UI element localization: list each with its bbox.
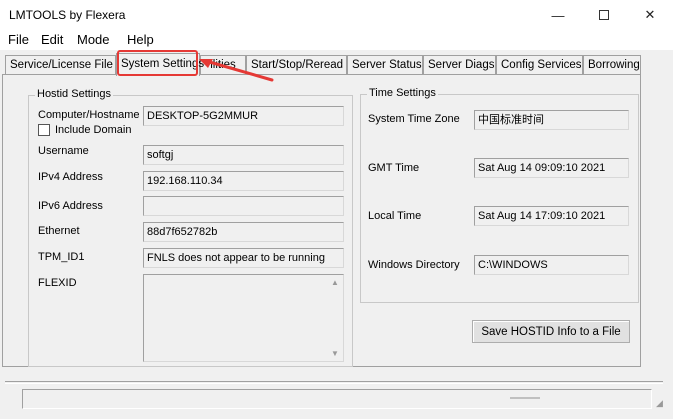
window-title: LMTOOLS by Flexera: [9, 8, 126, 22]
ipv6-address-label: IPv6 Address: [38, 200, 103, 212]
username-field[interactable]: softgj: [143, 145, 344, 165]
maximize-icon: [599, 10, 609, 20]
status-separator: [510, 397, 540, 399]
local-time-label: Local Time: [368, 210, 422, 222]
computer-hostname-label: Computer/Hostname: [38, 109, 140, 121]
status-bar: [22, 389, 652, 409]
title-bar: LMTOOLS by Flexera — ✕: [0, 0, 673, 30]
ipv4-address-label: IPv4 Address: [38, 171, 103, 183]
tab-strip: Service/License File System Settings ili…: [0, 53, 673, 76]
scroll-up-icon[interactable]: ▲: [331, 278, 339, 287]
ipv4-address-field[interactable]: 192.168.110.34: [143, 171, 344, 191]
tpm-id1-label: TPM_ID1: [38, 251, 85, 263]
maximize-button[interactable]: [581, 0, 627, 30]
arrow-icon: [199, 59, 274, 82]
menu-mode[interactable]: Mode: [77, 32, 110, 47]
windows-directory-label: Windows Directory: [368, 259, 460, 271]
menu-help[interactable]: Help: [127, 32, 154, 47]
tab-service-license-file[interactable]: Service/License File: [5, 55, 116, 75]
scroll-down-icon[interactable]: ▼: [331, 349, 339, 358]
menu-file[interactable]: File: [8, 32, 29, 47]
gmt-time-label: GMT Time: [368, 162, 420, 174]
gmt-time-field[interactable]: Sat Aug 14 09:09:10 2021: [474, 158, 629, 178]
windows-directory-field[interactable]: C:\WINDOWS: [474, 255, 629, 275]
resize-grip-icon[interactable]: ◢: [656, 398, 663, 409]
ipv6-address-field[interactable]: [143, 196, 344, 216]
time-settings-group: Time Settings System Time Zone 中国标准时间 GM…: [360, 87, 639, 303]
close-button[interactable]: ✕: [627, 0, 673, 30]
flexid-scrollbar[interactable]: ▲ ▼: [329, 275, 343, 361]
time-settings-legend: Time Settings: [367, 87, 438, 99]
minimize-icon: —: [551, 7, 565, 23]
flexid-label: FLEXID: [38, 277, 77, 289]
computer-hostname-field[interactable]: DESKTOP-5G2MMUR: [143, 106, 344, 126]
flexid-list[interactable]: ▲ ▼: [143, 274, 344, 362]
horizontal-divider: [5, 381, 663, 384]
tab-server-diags[interactable]: Server Diags: [423, 55, 496, 75]
tab-config-services[interactable]: Config Services: [496, 55, 583, 75]
ethernet-field[interactable]: 88d7f652782b: [143, 222, 344, 242]
username-label: Username: [38, 145, 89, 157]
tab-borrowing[interactable]: Borrowing: [583, 55, 641, 75]
close-icon: ✕: [644, 7, 656, 22]
menu-bar: File Edit Mode Help: [0, 30, 673, 50]
system-time-zone-label: System Time Zone: [368, 113, 460, 125]
ethernet-label: Ethernet: [38, 225, 80, 237]
menu-edit[interactable]: Edit: [41, 32, 63, 47]
minimize-button[interactable]: —: [535, 0, 581, 30]
local-time-field[interactable]: Sat Aug 14 17:09:10 2021: [474, 206, 629, 226]
include-domain-checkbox[interactable]: [38, 124, 50, 136]
save-hostid-button[interactable]: Save HOSTID Info to a File: [472, 320, 630, 343]
include-domain-label[interactable]: Include Domain: [55, 124, 131, 136]
tab-system-settings[interactable]: System Settings: [116, 53, 204, 76]
tab-panel-system-settings: Hostid Settings Computer/Hostname DESKTO…: [2, 74, 641, 367]
tpm-id1-field[interactable]: FNLS does not appear to be running: [143, 248, 344, 268]
system-time-zone-field[interactable]: 中国标准时间: [474, 110, 629, 130]
hostid-settings-group: Hostid Settings Computer/Hostname DESKTO…: [28, 88, 353, 367]
hostid-settings-legend: Hostid Settings: [35, 88, 113, 100]
tab-server-status[interactable]: Server Status: [347, 55, 423, 75]
